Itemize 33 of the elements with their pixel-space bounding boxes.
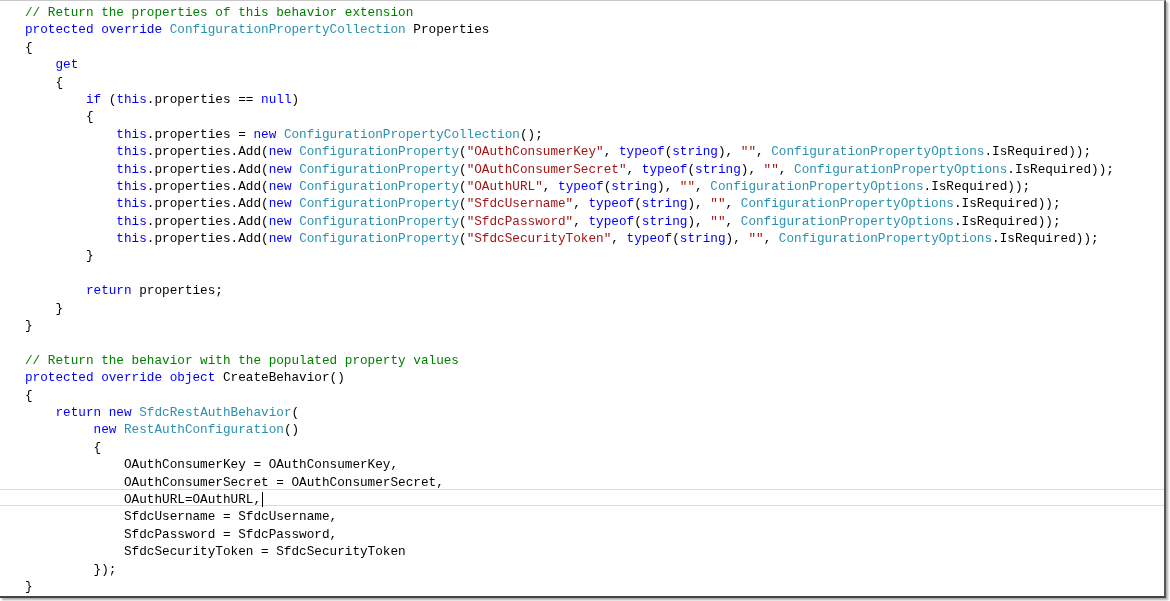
code-line: return new SfdcRestAuthBehavior( <box>54 404 300 422</box>
code-line: new RestAuthConfiguration() <box>92 421 300 439</box>
code-line: { <box>92 438 102 457</box>
code-line: this.properties.Add(new ConfigurationProperty("OAuthConsumerKey", typeof(string), "", ConfigurationPropertyOptions.IsRequired)); <box>115 143 1092 161</box>
code-line: this.properties = new ConfigurationPropertyCollection(); <box>115 125 543 144</box>
text-cursor <box>262 491 264 507</box>
code-line: { <box>84 108 94 126</box>
code-line: protected override object CreateBehavior() <box>24 369 345 387</box>
code-line: protected override ConfigurationPropertyCollection Properties <box>24 21 490 39</box>
code-line: this.properties.Add(new ConfigurationProperty("OAuthConsumerSecret", typeof(string), "", ConfigurationPropertyOptions.IsRequired)); <box>115 160 1114 178</box>
code-line: SfdcPassword = SfdcPassword, <box>122 525 338 544</box>
code-line: this.properties.Add(new ConfigurationProperty("SfdcSecurityToken", typeof(string), "", ConfigurationPropertyOptions.IsRequired)); <box>115 230 1099 248</box>
code-line: OAuthURL=OAuthURL, <box>122 491 262 508</box>
code-line: SfdcUsername = SfdcUsername, <box>122 508 338 526</box>
code-line: OAuthConsumerKey = OAuthConsumerKey, <box>122 456 399 474</box>
code-line: } <box>54 299 64 318</box>
code-line: return properties; <box>84 282 223 300</box>
code-line: // Return the behavior with the populated property values <box>24 351 459 370</box>
code-line: }); <box>92 560 117 578</box>
code-line: this.properties.Add(new ConfigurationProperty("SfdcUsername", typeof(string), "", ConfigurationPropertyOptions.IsRequired)); <box>115 195 1061 213</box>
code-line: { <box>54 73 64 91</box>
code-line: { <box>24 38 33 57</box>
code-line: OAuthConsumerSecret = OAuthConsumerSecret, <box>122 473 444 491</box>
code-line: get <box>54 56 79 74</box>
code-line: if (this.properties == null) <box>84 90 300 109</box>
code-line: this.properties.Add(new ConfigurationProperty("SfdcPassword", typeof(string), "", ConfigurationPropertyOptions.IsRequired)); <box>115 212 1061 231</box>
code-line: } <box>24 577 33 596</box>
code-line: { <box>24 386 33 404</box>
code-line: SfdcSecurityToken = SfdcSecurityToken <box>122 543 406 561</box>
code-line: // Return the properties of this behavior extension <box>24 4 414 22</box>
code-line: } <box>84 247 94 265</box>
code-line: } <box>24 317 33 335</box>
code-line: this.properties.Add(new ConfigurationProperty("OAuthURL", typeof(string), "", ConfigurationPropertyOptions.IsRequired)); <box>115 177 1031 196</box>
